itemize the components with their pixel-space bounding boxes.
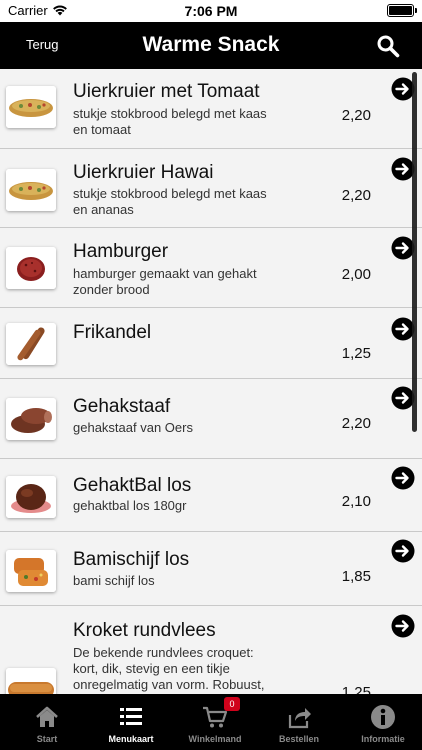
- product-description: stukje stokbrood belegd met kaas en anan…: [73, 186, 267, 217]
- product-name: Uierkruier met Tomaat: [73, 81, 260, 102]
- product-description: gehakstaaf van Oers: [73, 420, 193, 435]
- list-item[interactable]: Hamburger hamburger gemaakt van gehakt zo…: [0, 228, 422, 308]
- tab-winkelmand[interactable]: 0 Winkelmand: [173, 694, 257, 750]
- info-icon: [371, 705, 395, 729]
- product-price: 1,25: [341, 684, 371, 694]
- product-name: Hamburger: [73, 241, 169, 262]
- product-price: 2,20: [341, 107, 371, 124]
- list-item[interactable]: Uierkruier met Tomaat stukje stokbrood be…: [0, 69, 422, 149]
- list-item[interactable]: Gehakstaaf gehakstaaf van Oers 2,20: [0, 379, 422, 459]
- cart-count-badge: 0: [224, 697, 240, 711]
- product-name: Gehakstaaf: [73, 396, 171, 417]
- tab-label: Winkelmand: [188, 734, 242, 744]
- product-thumbnail: [6, 398, 56, 440]
- product-price: 2,00: [341, 266, 371, 283]
- tab-label: Informatie: [361, 734, 405, 744]
- product-thumbnail: [6, 668, 56, 694]
- home-icon: [36, 706, 58, 727]
- product-description: gehaktbal los 180gr: [73, 498, 187, 513]
- scrollbar[interactable]: [412, 72, 417, 432]
- list-item[interactable]: Frikandel 1,25: [0, 308, 422, 379]
- product-price: 1,85: [341, 568, 371, 585]
- product-thumbnail: [6, 550, 56, 592]
- list-item[interactable]: Bamischijf los bami schijf los 1,85: [0, 532, 422, 606]
- search-icon[interactable]: [376, 34, 400, 58]
- tab-bestellen[interactable]: Bestellen: [257, 694, 341, 750]
- arrow-right-circle-icon[interactable]: [391, 614, 415, 638]
- product-thumbnail: [6, 476, 56, 518]
- tab-label: Start: [36, 734, 58, 744]
- product-description: hamburger gemaakt van gehakt zonder broo…: [73, 266, 257, 297]
- list-item[interactable]: Uierkruier Hawai stukje stokbrood belegd …: [0, 149, 422, 228]
- list-item[interactable]: Kroket rundvlees De bekende rundvlees cro…: [0, 606, 422, 694]
- share-icon: [288, 708, 311, 729]
- menu-list-icon: [120, 708, 142, 725]
- product-name: Kroket rundvlees: [73, 620, 216, 641]
- product-list[interactable]: Uierkruier met Tomaat stukje stokbrood be…: [0, 69, 422, 694]
- page-title: Warme Snack: [142, 33, 280, 56]
- tab-bar: Start Menukaart 0 Winkelmand Bestellen Inform…: [0, 694, 422, 750]
- tab-label: Bestellen: [278, 734, 320, 744]
- product-name: Frikandel: [73, 322, 152, 343]
- product-description: De bekende rundvlees croquet: kort, dik,…: [73, 645, 265, 694]
- status-bar: Carrier 7:06 PM: [0, 0, 422, 22]
- arrow-right-circle-icon[interactable]: [391, 466, 415, 490]
- tab-menukaart[interactable]: Menukaart: [89, 694, 173, 750]
- tab-label: Menukaart: [108, 734, 154, 744]
- product-thumbnail: [6, 86, 56, 128]
- arrow-right-circle-icon[interactable]: [391, 539, 415, 563]
- product-name: Bamischijf los: [73, 549, 190, 570]
- navigation-bar: Terug Warme Snack: [0, 22, 422, 69]
- product-price: 2,20: [341, 187, 371, 204]
- tab-informatie[interactable]: Informatie: [341, 694, 422, 750]
- clock: 7:06 PM: [184, 3, 238, 19]
- tab-start[interactable]: Start: [5, 694, 89, 750]
- product-description: bami schijf los: [73, 573, 155, 588]
- product-name: GehaktBal los: [73, 475, 192, 496]
- list-item[interactable]: GehaktBal los gehaktbal los 180gr 2,10: [0, 459, 422, 532]
- product-price: 2,20: [341, 415, 371, 432]
- product-description: stukje stokbrood belegd met kaas en toma…: [73, 106, 267, 137]
- product-price: 2,10: [341, 493, 371, 510]
- product-thumbnail: [6, 323, 56, 365]
- product-thumbnail: [6, 247, 56, 289]
- product-price: 1,25: [341, 345, 371, 362]
- product-name: Uierkruier Hawai: [73, 162, 214, 183]
- battery-icon: [387, 4, 417, 17]
- product-thumbnail: [6, 169, 56, 211]
